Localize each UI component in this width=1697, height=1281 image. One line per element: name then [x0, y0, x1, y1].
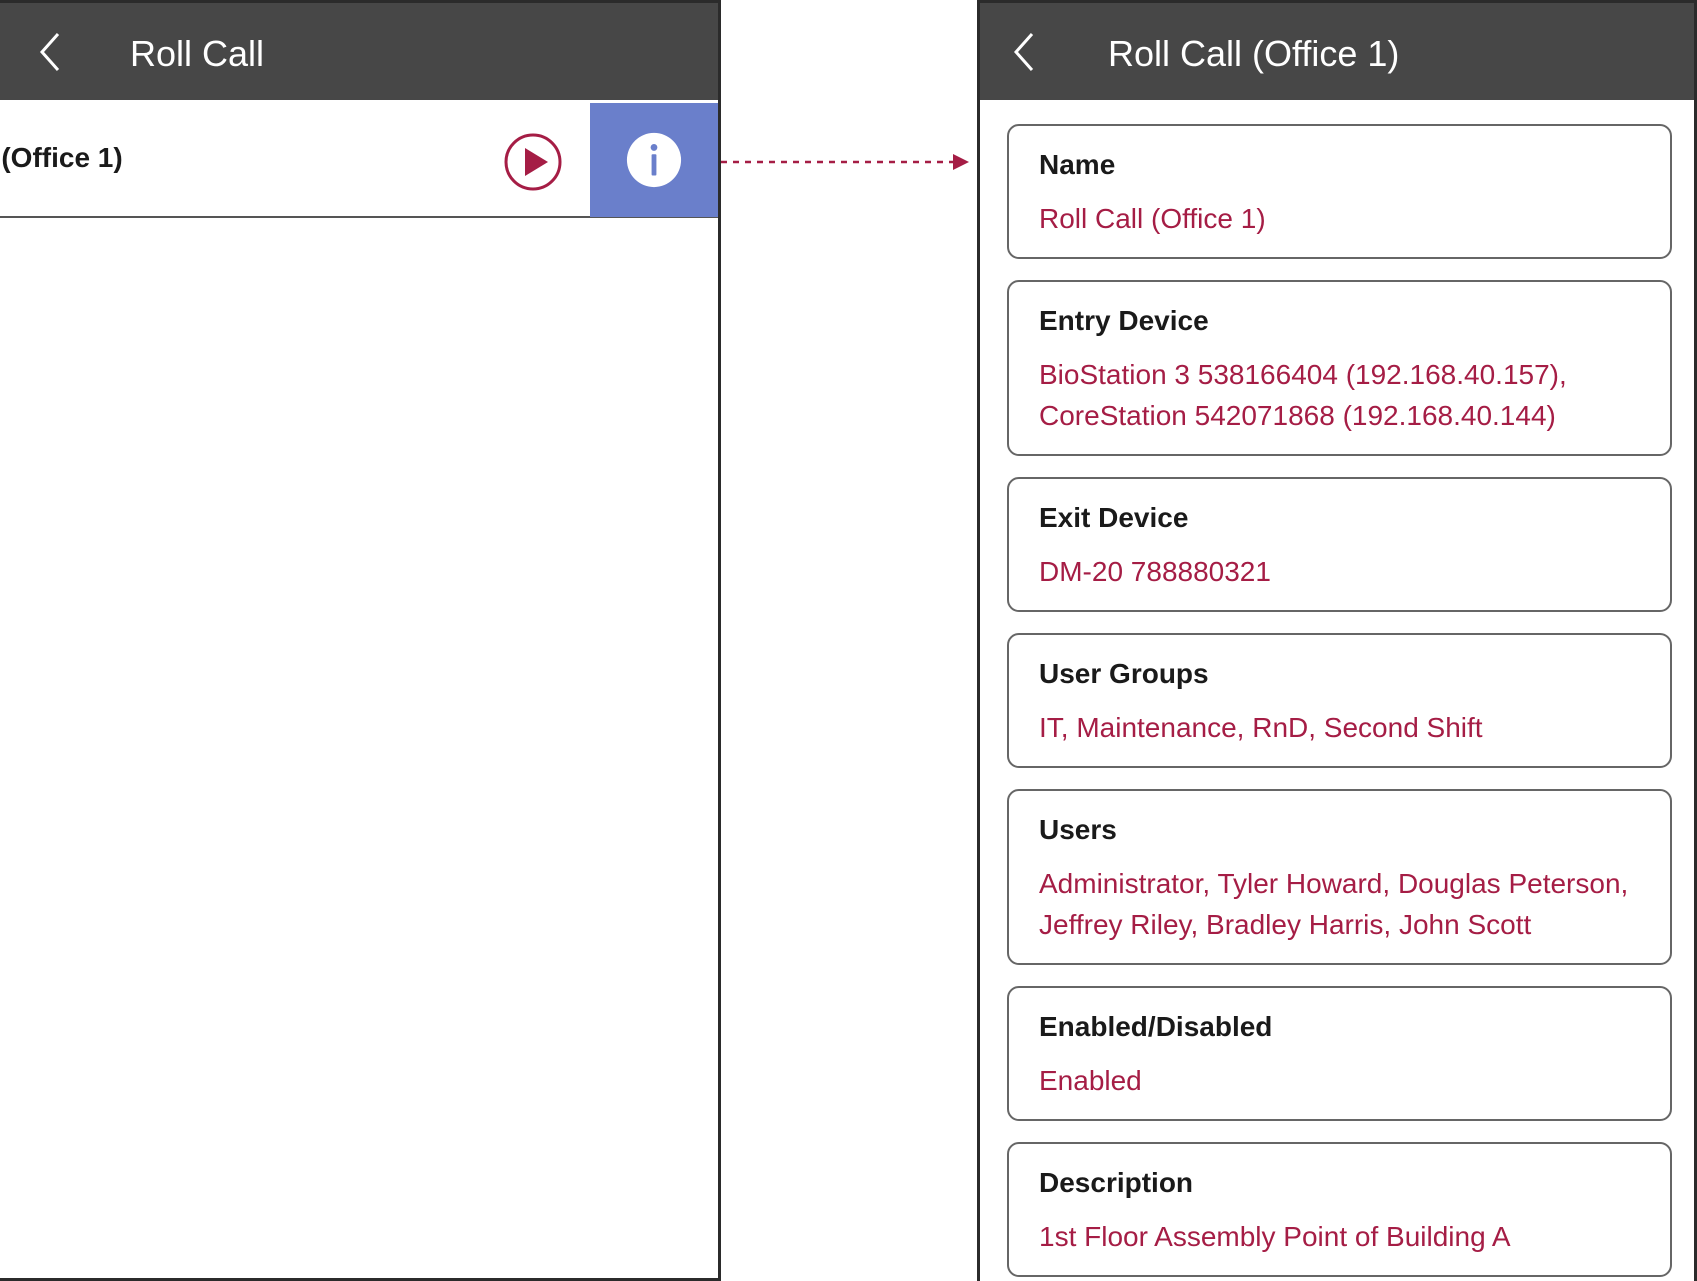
- field-card-user-groups[interactable]: User Groups IT, Maintenance, RnD, Second…: [1007, 633, 1672, 768]
- back-button[interactable]: [1002, 27, 1046, 77]
- field-card-description[interactable]: Description 1st Floor Assembly Point of …: [1007, 1142, 1672, 1277]
- field-label: Enabled/Disabled: [1039, 1011, 1273, 1042]
- field-card-entry-device[interactable]: Entry Device BioStation 3 538166404 (192…: [1007, 280, 1672, 456]
- info-icon: [626, 132, 682, 188]
- field-label: Name: [1039, 149, 1116, 180]
- field-value: Administrator, Tyler Howard, Douglas Pet…: [1039, 868, 1629, 940]
- back-button[interactable]: [28, 27, 72, 77]
- roll-call-list-screen: Roll Call ll (Office 1): [0, 0, 721, 1281]
- field-card-users[interactable]: Users Administrator, Tyler Howard, Dougl…: [1007, 789, 1672, 965]
- field-value: Roll Call (Office 1): [1039, 203, 1266, 234]
- play-button[interactable]: [503, 132, 563, 192]
- field-value: DM-20 788880321: [1039, 556, 1271, 587]
- stage: Roll Call ll (Office 1): [0, 0, 1697, 1281]
- field-label: Entry Device: [1039, 305, 1209, 336]
- field-card-exit-device[interactable]: Exit Device DM-20 788880321: [1007, 477, 1672, 612]
- field-card-name[interactable]: Name Roll Call (Office 1): [1007, 124, 1672, 259]
- play-icon: [504, 133, 562, 191]
- field-value: Enabled: [1039, 1065, 1142, 1096]
- detail-card-list: Name Roll Call (Office 1) Entry Device B…: [1007, 124, 1672, 1281]
- field-value: BioStation 3 538166404 (192.168.40.157),…: [1039, 359, 1567, 431]
- field-label: Description: [1039, 1167, 1194, 1198]
- chevron-left-icon: [39, 33, 60, 71]
- list-item-label: ll (Office 1): [0, 142, 123, 173]
- info-button[interactable]: [590, 103, 718, 217]
- app-bar: Roll Call (Office 1): [980, 3, 1694, 100]
- field-value: IT, Maintenance, RnD, Second Shift: [1039, 712, 1483, 743]
- arrow-connector: [721, 154, 969, 170]
- field-label: Users: [1039, 814, 1117, 845]
- roll-call-detail-screen: Roll Call (Office 1) Name Roll Call (Off…: [977, 0, 1697, 1281]
- chevron-left-icon: [1013, 33, 1034, 71]
- field-value: 1st Floor Assembly Point of Building A: [1039, 1221, 1511, 1252]
- field-label: User Groups: [1039, 658, 1209, 689]
- field-card-enabled[interactable]: Enabled/Disabled Enabled: [1007, 986, 1672, 1121]
- app-bar: Roll Call: [0, 3, 718, 100]
- field-label: Exit Device: [1039, 502, 1189, 533]
- page-title: Roll Call: [130, 33, 265, 74]
- page-title: Roll Call (Office 1): [1108, 33, 1400, 74]
